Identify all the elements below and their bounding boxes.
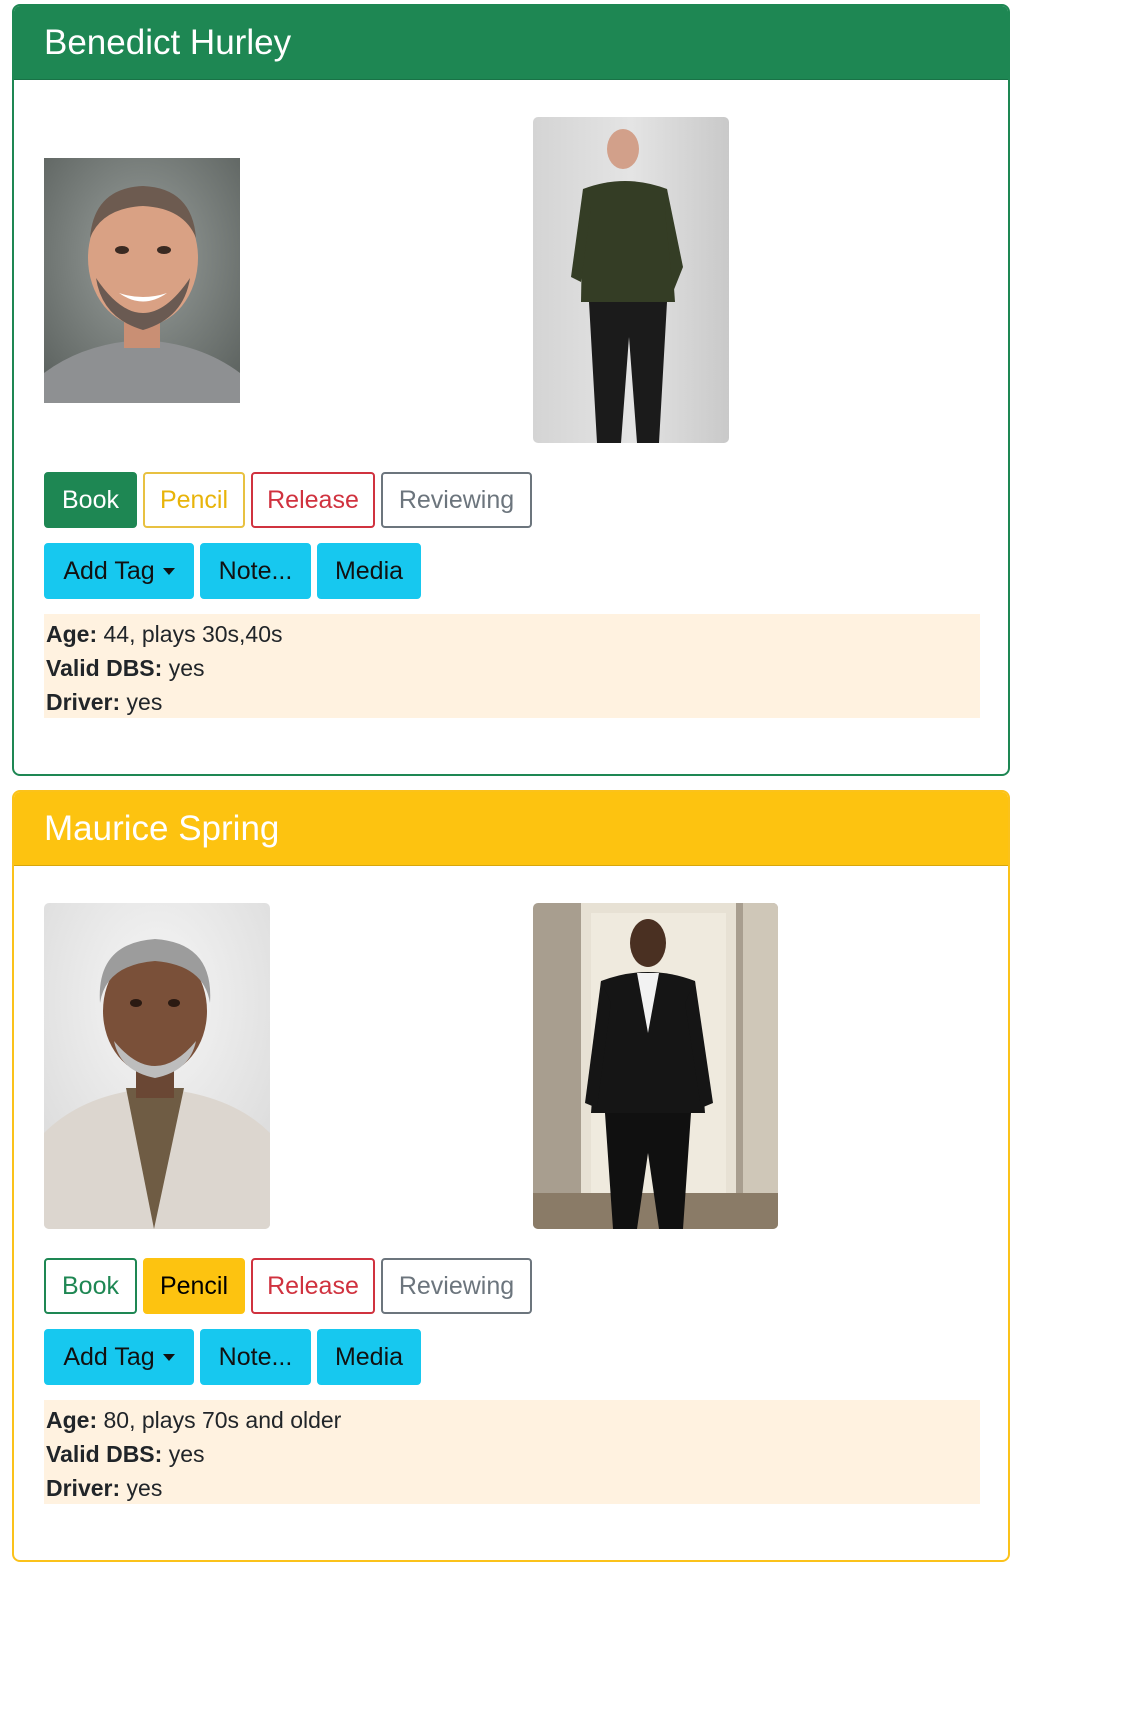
add-tag-button[interactable]: Add Tag <box>44 1329 194 1385</box>
actor-name-header: Maurice Spring <box>14 792 1008 866</box>
caret-down-icon <box>162 567 175 575</box>
status-button-group: Book Pencil Release Reviewing <box>44 472 532 528</box>
actor-card: Benedict Hurley Book Pencil Release Revi… <box>12 4 1010 776</box>
pencil-button[interactable]: Pencil <box>143 472 245 528</box>
full-body-photo[interactable] <box>533 903 778 1229</box>
note-button[interactable]: Note... <box>200 1329 311 1385</box>
age-label: Age: <box>46 621 98 647</box>
actor-info-panel: Age: 80, plays 70s and older Valid DBS: … <box>44 1400 980 1504</box>
driver-row: Driver: yes <box>46 685 978 719</box>
age-row: Age: 80, plays 70s and older <box>46 1403 978 1437</box>
actor-name-header: Benedict Hurley <box>14 6 1008 80</box>
driver-value: yes <box>126 1475 163 1501</box>
release-button[interactable]: Release <box>251 472 375 528</box>
media-button[interactable]: Media <box>317 1329 421 1385</box>
book-button[interactable]: Book <box>44 472 137 528</box>
driver-value: yes <box>126 689 163 715</box>
caret-down-icon <box>162 1353 175 1361</box>
action-button-group: Add Tag Note... Media <box>44 1329 421 1385</box>
release-button[interactable]: Release <box>251 1258 375 1314</box>
actor-name: Benedict Hurley <box>44 22 292 62</box>
add-tag-button[interactable]: Add Tag <box>44 543 194 599</box>
age-row: Age: 44, plays 30s,40s <box>46 617 978 651</box>
headshot-photo[interactable] <box>44 158 240 403</box>
dbs-row: Valid DBS: yes <box>46 1437 978 1471</box>
pencil-button[interactable]: Pencil <box>143 1258 245 1314</box>
status-button-group: Book Pencil Release Reviewing <box>44 1258 532 1314</box>
dbs-label: Valid DBS: <box>46 655 163 681</box>
add-tag-label: Add Tag <box>63 1342 155 1371</box>
dbs-value: yes <box>168 655 205 681</box>
reviewing-button[interactable]: Reviewing <box>381 1258 532 1314</box>
reviewing-button[interactable]: Reviewing <box>381 472 532 528</box>
actor-card: Maurice Spring Book Pencil Release Revie… <box>12 790 1010 1562</box>
book-button[interactable]: Book <box>44 1258 137 1314</box>
dbs-row: Valid DBS: yes <box>46 651 978 685</box>
driver-label: Driver: <box>46 689 121 715</box>
driver-label: Driver: <box>46 1475 121 1501</box>
action-button-group: Add Tag Note... Media <box>44 543 421 599</box>
dbs-label: Valid DBS: <box>46 1441 163 1467</box>
actor-name: Maurice Spring <box>44 808 280 848</box>
headshot-photo[interactable] <box>44 903 270 1229</box>
full-body-photo[interactable] <box>533 117 729 443</box>
note-button[interactable]: Note... <box>200 543 311 599</box>
age-value: 80, plays 70s and older <box>103 1407 342 1433</box>
add-tag-label: Add Tag <box>63 556 155 585</box>
driver-row: Driver: yes <box>46 1471 978 1505</box>
media-button[interactable]: Media <box>317 543 421 599</box>
age-label: Age: <box>46 1407 98 1433</box>
age-value: 44, plays 30s,40s <box>103 621 283 647</box>
actor-info-panel: Age: 44, plays 30s,40s Valid DBS: yes Dr… <box>44 614 980 718</box>
dbs-value: yes <box>168 1441 205 1467</box>
